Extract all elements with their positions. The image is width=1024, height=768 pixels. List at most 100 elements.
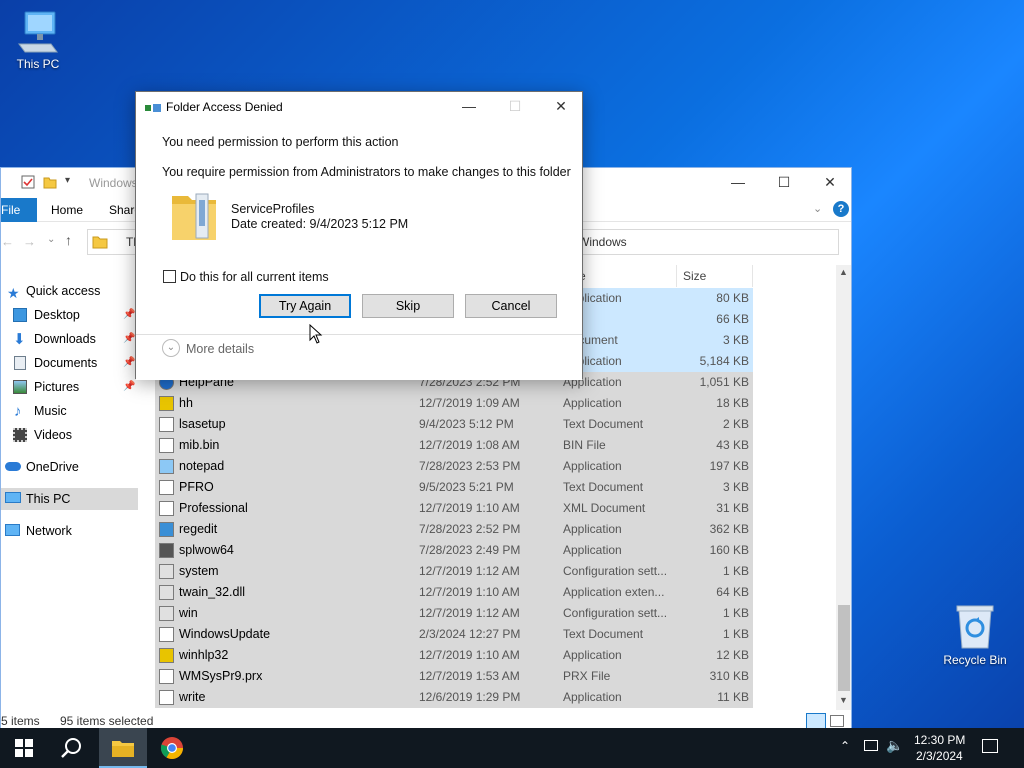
- documents-icon: [14, 356, 26, 370]
- file-name: hh: [179, 396, 193, 410]
- file-type: PRX File: [563, 669, 611, 683]
- table-row[interactable]: notepad 7/28/2023 2:53 PM Application 197 K…: [155, 456, 753, 477]
- vertical-scrollbar[interactable]: ▲ ▼: [836, 265, 851, 710]
- expand-chevron-icon[interactable]: ⌄: [162, 339, 180, 357]
- registry-icon: [159, 522, 174, 537]
- file-name: lsasetup: [179, 417, 226, 431]
- close-button[interactable]: ✕: [807, 168, 851, 198]
- pin-icon[interactable]: 📌: [123, 328, 135, 350]
- nav-item-desktop[interactable]: Desktop 📌: [1, 304, 138, 326]
- table-row[interactable]: PFRO 9/5/2023 5:21 PM Text Document 3 KB: [155, 477, 753, 498]
- column-header-type[interactable]: e: [573, 265, 677, 287]
- file-name: WindowsUpdate: [179, 627, 271, 641]
- dialog-minimize-button[interactable]: —: [446, 92, 492, 122]
- scroll-thumb[interactable]: [838, 605, 850, 691]
- dialog-title-bar[interactable]: Folder Access Denied — ☐ ✕: [136, 92, 582, 122]
- star-icon: ★: [7, 285, 20, 301]
- file-date: 12/7/2019 1:53 AM: [419, 669, 520, 683]
- notification-icon[interactable]: [982, 739, 998, 753]
- table-row[interactable]: regedit 7/28/2023 2:52 PM Application 362 K…: [155, 519, 753, 540]
- volume-muted-icon[interactable]: 🔈: [886, 737, 903, 754]
- skip-button[interactable]: Skip: [362, 294, 454, 318]
- nav-item-music[interactable]: ♪ Music: [1, 400, 138, 422]
- table-row[interactable]: write 12/6/2019 1:29 PM Application 11 KB: [155, 687, 753, 708]
- file-move-icon: [145, 104, 161, 112]
- nav-item-quick-access[interactable]: ★ Quick access: [1, 280, 138, 302]
- file-size: 197 KB: [709, 459, 749, 473]
- new-folder-icon[interactable]: [43, 175, 57, 189]
- table-row[interactable]: lsasetup 9/4/2023 5:12 PM Text Document 2 K…: [155, 414, 753, 435]
- file-size: 66 KB: [716, 312, 749, 326]
- printer-icon: [159, 543, 174, 558]
- scroll-up-icon[interactable]: ▲: [839, 267, 848, 277]
- pin-icon[interactable]: 📌: [123, 304, 135, 326]
- nav-label: Quick access: [26, 284, 101, 298]
- table-row[interactable]: twain_32.dll 12/7/2019 1:10 AM Application…: [155, 582, 753, 603]
- file-size: 1 KB: [722, 564, 749, 578]
- back-arrow-icon[interactable]: ←: [1, 234, 14, 249]
- nav-item-downloads[interactable]: ⬇ Downloads 📌: [1, 328, 138, 350]
- nav-item-network[interactable]: Network: [1, 520, 138, 542]
- file-type: Application: [563, 543, 622, 557]
- clock-date[interactable]: 2/3/2024: [916, 749, 963, 763]
- nav-item-documents[interactable]: Documents 📌: [1, 352, 138, 374]
- file-size: 1 KB: [722, 627, 749, 641]
- network-tray-icon[interactable]: [864, 740, 878, 751]
- file-size: 3 KB: [722, 480, 749, 494]
- tab-file[interactable]: File: [1, 198, 37, 222]
- clock-time[interactable]: 12:30 PM: [914, 733, 965, 747]
- nav-item-this-pc[interactable]: This PC: [1, 488, 138, 510]
- table-row[interactable]: WMSysPr9.prx 12/7/2019 1:53 AM PRX File 310…: [155, 666, 753, 687]
- nav-item-videos[interactable]: Videos: [1, 424, 138, 446]
- try-again-button[interactable]: Try Again: [259, 294, 351, 318]
- show-hidden-icons-chevron[interactable]: ⌃: [840, 739, 850, 753]
- table-row[interactable]: hh 12/7/2019 1:09 AM Application 18 KB: [155, 393, 753, 414]
- recycle-bin-label: Recycle Bin: [943, 653, 1007, 667]
- forward-arrow-icon[interactable]: →: [23, 234, 36, 249]
- large-icons-view-icon[interactable]: [830, 715, 844, 727]
- table-row[interactable]: WindowsUpdate 2/3/2024 12:27 PM Text Docum…: [155, 624, 753, 645]
- table-row[interactable]: system 12/7/2019 1:12 AM Configuration set…: [155, 561, 753, 582]
- details-view-icon[interactable]: [806, 713, 826, 729]
- properties-icon[interactable]: [21, 175, 35, 189]
- maximize-button[interactable]: ☐: [761, 168, 807, 198]
- file-date: 12/7/2019 1:12 AM: [419, 564, 520, 578]
- minimize-button[interactable]: —: [715, 168, 761, 198]
- table-row[interactable]: splwow64 7/28/2023 2:49 PM Application 160 …: [155, 540, 753, 561]
- file-size: 31 KB: [716, 501, 749, 515]
- ribbon-expand-icon[interactable]: ⌄: [813, 202, 822, 215]
- dialog-close-button[interactable]: ✕: [538, 92, 584, 122]
- help-icon[interactable]: ?: [833, 201, 849, 217]
- dll-file-icon: [159, 585, 174, 600]
- nav-item-onedrive[interactable]: OneDrive: [1, 456, 138, 478]
- nav-item-pictures[interactable]: Pictures 📌: [1, 376, 138, 398]
- file-date: 12/7/2019 1:09 AM: [419, 396, 520, 410]
- pin-icon[interactable]: 📌: [123, 376, 135, 398]
- table-row[interactable]: winhlp32 12/7/2019 1:10 AM Application 12 K…: [155, 645, 753, 666]
- cancel-button[interactable]: Cancel: [465, 294, 557, 318]
- column-header-size[interactable]: Size: [677, 265, 753, 287]
- desktop-icon-recycle-bin[interactable]: Recycle Bin: [937, 602, 1013, 667]
- tab-home[interactable]: Home: [43, 198, 91, 222]
- file-size: 160 KB: [709, 543, 749, 557]
- table-row[interactable]: mib.bin 12/7/2019 1:08 AM BIN File 43 KB: [155, 435, 753, 456]
- more-details-link[interactable]: More details: [186, 342, 254, 356]
- pin-icon[interactable]: 📌: [123, 352, 135, 374]
- table-row[interactable]: Professional 12/7/2019 1:10 AM XML Documen…: [155, 498, 753, 519]
- up-arrow-icon[interactable]: ↑: [65, 232, 72, 248]
- chevron-down-icon[interactable]: ▾: [65, 175, 70, 186]
- desktop-icon-this-pc[interactable]: This PC: [0, 10, 76, 71]
- taskbar-chrome[interactable]: [148, 728, 196, 768]
- recent-chevron-icon[interactable]: ⌄: [47, 234, 55, 245]
- table-row[interactable]: win 12/7/2019 1:12 AM Configuration sett..…: [155, 603, 753, 624]
- nav-label: Downloads: [34, 332, 96, 346]
- nav-label: Desktop: [34, 308, 80, 322]
- desktop-folder-icon: [13, 308, 27, 322]
- scroll-down-icon[interactable]: ▼: [839, 695, 848, 705]
- taskbar-file-explorer[interactable]: [99, 728, 147, 768]
- search-button[interactable]: [48, 728, 96, 768]
- file-type: Application: [563, 459, 622, 473]
- nav-label: Videos: [34, 428, 72, 442]
- start-button[interactable]: [0, 728, 48, 768]
- apply-all-checkbox[interactable]: [163, 270, 176, 283]
